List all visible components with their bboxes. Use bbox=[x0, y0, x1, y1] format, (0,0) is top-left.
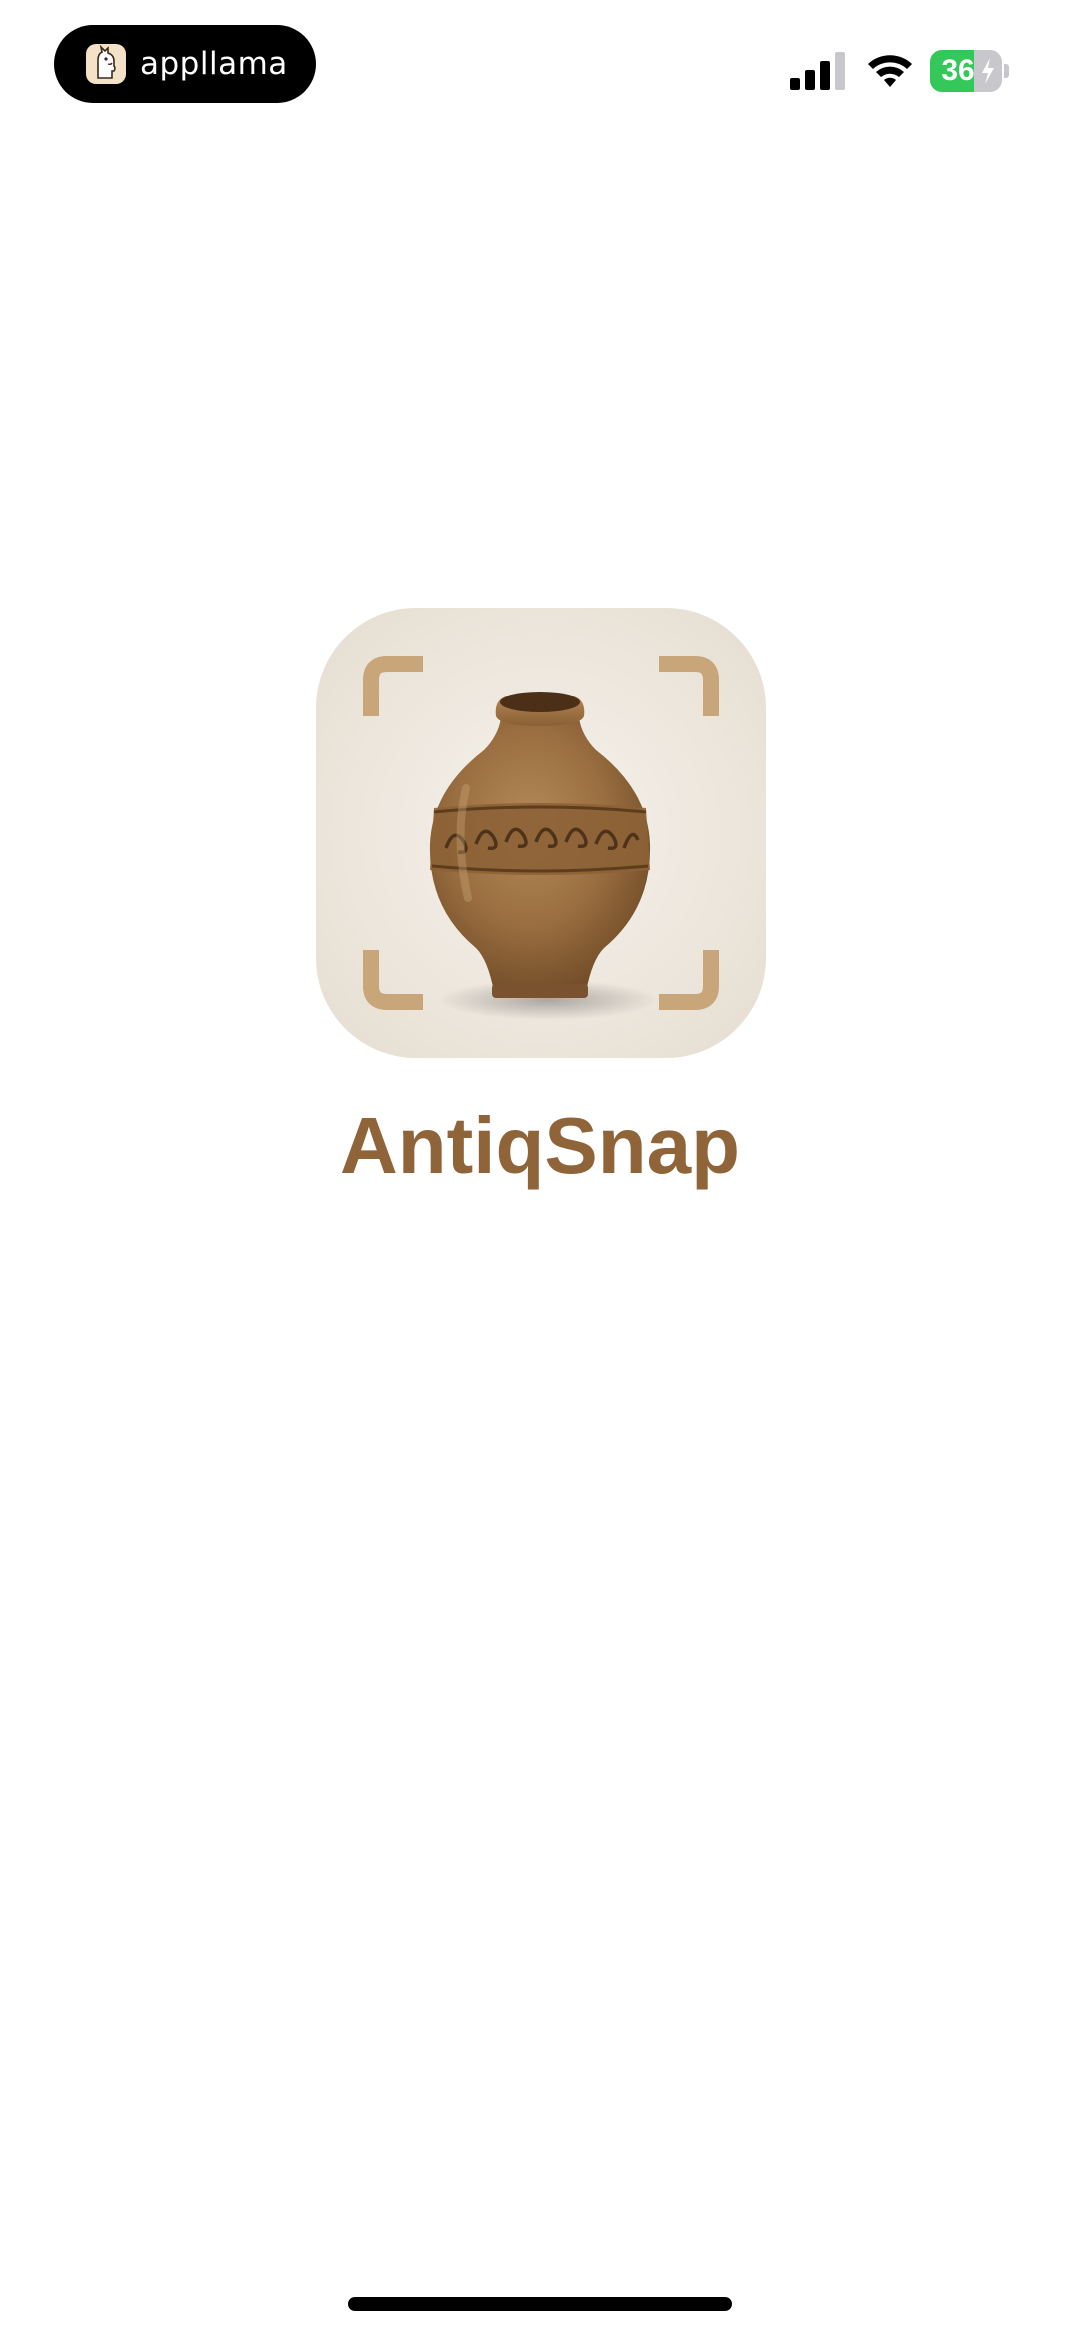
recording-badge: appllama bbox=[54, 25, 316, 103]
badge-text: appllama bbox=[140, 46, 288, 82]
battery-body: 36 bbox=[930, 50, 1002, 92]
home-indicator[interactable] bbox=[348, 2297, 732, 2311]
battery-indicator: 36 bbox=[930, 50, 1010, 92]
app-icon bbox=[316, 608, 766, 1058]
splash-screen: appllama 36 AntiqSnap bbox=[0, 0, 1080, 2337]
vase-scan-icon bbox=[363, 656, 719, 1020]
llama-icon bbox=[86, 44, 126, 84]
wifi-icon bbox=[868, 55, 912, 87]
battery-cap bbox=[1004, 64, 1009, 78]
app-name: AntiqSnap bbox=[340, 1101, 740, 1190]
charging-bolt-icon bbox=[982, 58, 994, 84]
battery-level-text: 36 bbox=[941, 54, 975, 87]
cellular-signal-icon bbox=[790, 52, 845, 90]
